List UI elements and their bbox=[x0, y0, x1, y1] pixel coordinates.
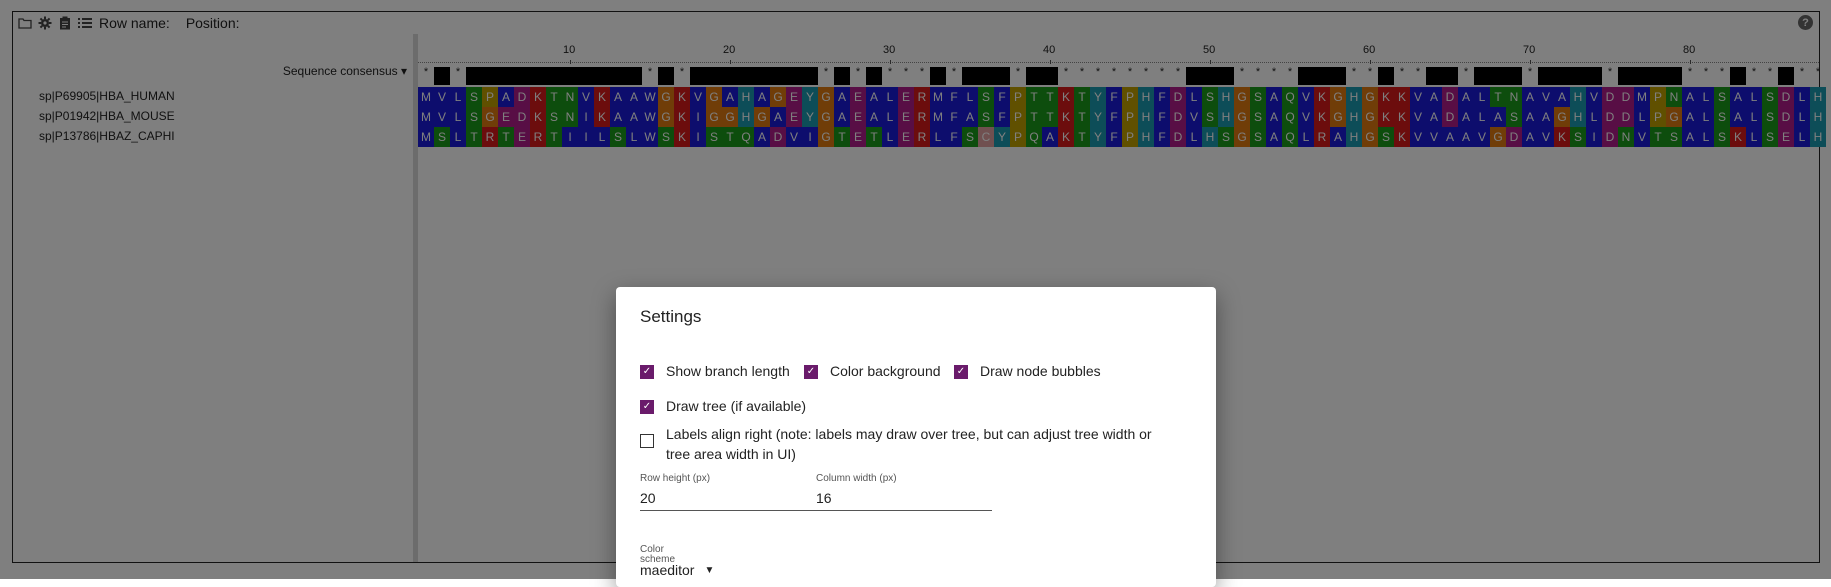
checkbox-checked-icon: ✓ bbox=[640, 400, 654, 414]
color-scheme-value: maeditor bbox=[640, 562, 695, 578]
row-height-label: Row height (px) bbox=[640, 473, 711, 484]
checkbox-checked-icon: ✓ bbox=[954, 365, 968, 379]
row-height-input[interactable] bbox=[640, 490, 816, 511]
checkbox-checked-icon: ✓ bbox=[640, 365, 654, 379]
draw-tree-checkbox[interactable]: ✓ Draw tree (if available) bbox=[640, 398, 806, 414]
color-scheme-select[interactable]: maeditor ▼ bbox=[640, 562, 714, 578]
settings-dialog: Settings ✓ Show branch length ✓ Color ba… bbox=[616, 287, 1216, 587]
chevron-down-icon: ▼ bbox=[704, 564, 715, 576]
draw-node-bubbles-checkbox[interactable]: ✓ Draw node bubbles bbox=[954, 363, 1101, 379]
checkbox-unchecked-icon bbox=[640, 434, 654, 448]
column-width-label: Column width (px) bbox=[816, 473, 897, 484]
labels-align-right-checkbox[interactable]: Labels align right (note: labels may dra… bbox=[640, 424, 1160, 464]
dialog-title: Settings bbox=[640, 307, 702, 326]
color-background-checkbox[interactable]: ✓ Color background bbox=[804, 363, 941, 379]
column-width-input[interactable] bbox=[816, 490, 992, 511]
checkbox-checked-icon: ✓ bbox=[804, 365, 818, 379]
show-branch-length-checkbox[interactable]: ✓ Show branch length bbox=[640, 363, 790, 379]
